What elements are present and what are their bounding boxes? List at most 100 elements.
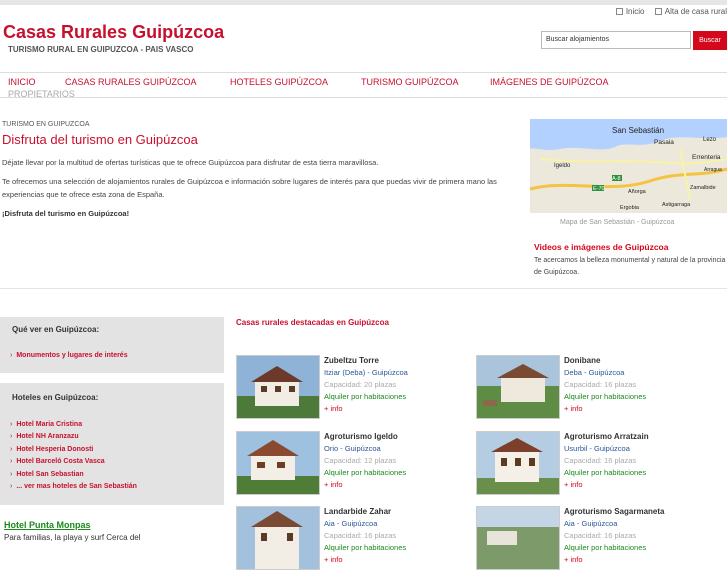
card-capacity: Capacidad: 16 plazas: [564, 380, 637, 389]
card-location[interactable]: Aia - Guipúzcoa: [564, 519, 617, 528]
featured-card[interactable]: Agroturismo Arratzain Usurbil - Guipúzco…: [476, 431, 716, 499]
card-name[interactable]: Agroturismo Arratzain: [564, 432, 649, 441]
intro-paragraph: Déjate llevar por la multitud de ofertas…: [2, 158, 379, 167]
featured-card[interactable]: Donibane Deba - Guipúzcoa Capacidad: 16 …: [476, 355, 716, 423]
map-caption: Mapa de San Sebastián - Guipúzcoa: [560, 219, 675, 226]
chevron-right-icon: ›: [10, 421, 13, 428]
promo-hotel-link[interactable]: Hotel Punta Monpas: [4, 520, 91, 530]
map-label: Zamalbide: [690, 185, 716, 191]
nav-casas-rurales[interactable]: CASAS RURALES GUIPÚZCOA: [65, 77, 197, 87]
house-photo[interactable]: [476, 431, 560, 495]
site-title[interactable]: Casas Rurales Guipúzcoa: [3, 22, 224, 43]
add-icon: [654, 8, 662, 16]
card-more-info[interactable]: + info: [324, 404, 343, 413]
site-subtitle: TURISMO RURAL EN GUIPUZCOA - PAIS VASCO: [8, 45, 194, 54]
card-rental: Alquiler por habitaciones: [324, 468, 407, 477]
videos-description: Te acercamos la belleza monumental y nat…: [534, 257, 726, 276]
card-location[interactable]: Usurbil - Guipúzcoa: [564, 444, 630, 453]
featured-card[interactable]: Agroturismo Igeldo Orio - Guipúzcoa Capa…: [236, 431, 476, 499]
card-name[interactable]: Donibane: [564, 356, 600, 365]
card-capacity: Capacidad: 20 plazas: [324, 380, 397, 389]
map-image[interactable]: San Sebastián Pasaia Lezo Errenteria Ige…: [530, 119, 727, 213]
divider: [0, 288, 727, 289]
map-label: Astigarraga: [662, 202, 691, 208]
map-label: San Sebastián: [612, 126, 664, 135]
card-location[interactable]: Orio - Guipúzcoa: [324, 444, 381, 453]
search-button[interactable]: Buscar: [693, 31, 727, 50]
card-name[interactable]: Agroturismo Igeldo: [324, 432, 398, 441]
sidebar-link[interactable]: › Hotel San Sebastian: [10, 471, 84, 478]
featured-card[interactable]: Landarbide Zahar Aia - Guipúzcoa Capacid…: [236, 506, 476, 574]
card-name[interactable]: Zubeltzu Torre: [324, 356, 379, 365]
house-photo[interactable]: [236, 355, 320, 419]
sidebar-hotels-box: Hoteles en Guipúzcoa: › Hotel Maria Crist…: [0, 383, 224, 505]
nav-propietarios[interactable]: PROPIETARIOS: [8, 89, 75, 99]
nav-turismo[interactable]: TURISMO GUIPÚZCOA: [361, 77, 459, 87]
chevron-right-icon: ›: [10, 471, 13, 478]
map-label: Ergobia: [620, 205, 640, 211]
sidebar-link[interactable]: ›... ver mas hoteles de San Sebastián: [10, 483, 137, 490]
card-rental: Alquiler por habitaciones: [564, 468, 647, 477]
videos-link[interactable]: Videos e imágenes de Guipúzcoa: [534, 242, 668, 252]
chevron-right-icon: ›: [10, 458, 13, 465]
sidebar-link[interactable]: › Hotel NH Aranzazu: [10, 433, 79, 440]
card-capacity: Capacidad: 16 plazas: [324, 531, 397, 540]
card-name[interactable]: Landarbide Zahar: [324, 507, 391, 516]
intro-text: Déjate llevar por la multitud de ofertas…: [2, 156, 512, 226]
chevron-right-icon: ›: [10, 433, 13, 440]
card-capacity: Capacidad: 12 plazas: [324, 456, 397, 465]
featured-card[interactable]: Agroturismo Sagarmaneta Aia - Guipúzcoa …: [476, 506, 716, 574]
nav-imagenes[interactable]: IMÁGENES DE GUIPÚZCOA: [490, 77, 609, 87]
breadcrumb: TURISMO EN GUIPUZCOA: [2, 121, 90, 128]
house-photo[interactable]: [236, 431, 320, 495]
card-capacity: Capacidad: 16 plazas: [564, 456, 637, 465]
promo-hotel-description: Para familias, la playa y surf Cerca del: [4, 533, 141, 542]
top-links: Inicio Alta de casa rural: [608, 7, 727, 16]
card-location[interactable]: Itziar (Deba) - Guipúzcoa: [324, 368, 408, 377]
intro-paragraph: Te ofrecemos una selección de alojamient…: [2, 177, 497, 199]
house-photo[interactable]: [476, 355, 560, 419]
card-rental: Alquiler por habitaciones: [324, 392, 407, 401]
card-more-info[interactable]: + info: [324, 480, 343, 489]
card-more-info[interactable]: + info: [564, 480, 583, 489]
map-label: Lezo: [703, 137, 717, 143]
page-title: Disfruta del turismo en Guipúzcoa: [2, 132, 198, 147]
sidebar-link[interactable]: › Hotel Hesperia Donosti: [10, 446, 93, 453]
featured-title: Casas rurales destacadas en Guipúzcoa: [236, 318, 389, 327]
sidebar-link[interactable]: › Hotel Barceló Costa Vasca: [10, 458, 105, 465]
card-more-info[interactable]: + info: [564, 404, 583, 413]
house-photo[interactable]: [236, 506, 320, 570]
card-rental: Alquiler por habitaciones: [324, 543, 407, 552]
card-capacity: Capacidad: 16 plazas: [564, 531, 637, 540]
home-icon: [615, 8, 623, 16]
card-more-info[interactable]: + info: [564, 555, 583, 564]
card-rental: Alquiler por habitaciones: [564, 543, 647, 552]
add-house-link[interactable]: Alta de casa rural: [665, 7, 727, 16]
main-nav: INICIO CASAS RURALES GUIPÚZCOA HOTELES G…: [0, 72, 727, 98]
card-more-info[interactable]: + info: [324, 555, 343, 564]
top-bar: [0, 0, 727, 5]
card-location[interactable]: Deba - Guipúzcoa: [564, 368, 624, 377]
search-input[interactable]: Buscar alojamientos: [541, 31, 691, 49]
sidebar-heading: Hoteles en Guipúzcoa:: [12, 393, 99, 402]
card-location[interactable]: Aia - Guipúzcoa: [324, 519, 377, 528]
sidebar-link[interactable]: › Hotel Maria Cristina: [10, 421, 82, 428]
map-label: Errenteria: [692, 154, 721, 161]
home-link[interactable]: Inicio: [626, 7, 645, 16]
intro-highlight: ¡Disfruta del turismo en Guipúzcoa!: [2, 209, 130, 218]
sidebar-heading: Qué ver en Guipúzcoa:: [12, 325, 100, 334]
house-photo[interactable]: [476, 506, 560, 570]
card-rental: Alquiler por habitaciones: [564, 392, 647, 401]
map-label: Arragua: [704, 167, 722, 173]
map-label: E-70: [593, 186, 605, 192]
featured-card[interactable]: Zubeltzu Torre Itziar (Deba) - Guipúzcoa…: [236, 355, 476, 423]
sidebar-link[interactable]: › Monumentos y lugares de interés: [10, 352, 128, 359]
map-label: Añorga: [628, 189, 647, 195]
card-name[interactable]: Agroturismo Sagarmaneta: [564, 507, 664, 516]
nav-inicio[interactable]: INICIO: [8, 77, 36, 87]
chevron-right-icon: ›: [10, 446, 13, 453]
sidebar-see-box: Qué ver en Guipúzcoa: › Monumentos y luga…: [0, 317, 224, 373]
map-label: A-8: [612, 176, 621, 182]
chevron-right-icon: ›: [10, 483, 13, 490]
nav-hoteles[interactable]: HOTELES GUIPÚZCOA: [230, 77, 328, 87]
